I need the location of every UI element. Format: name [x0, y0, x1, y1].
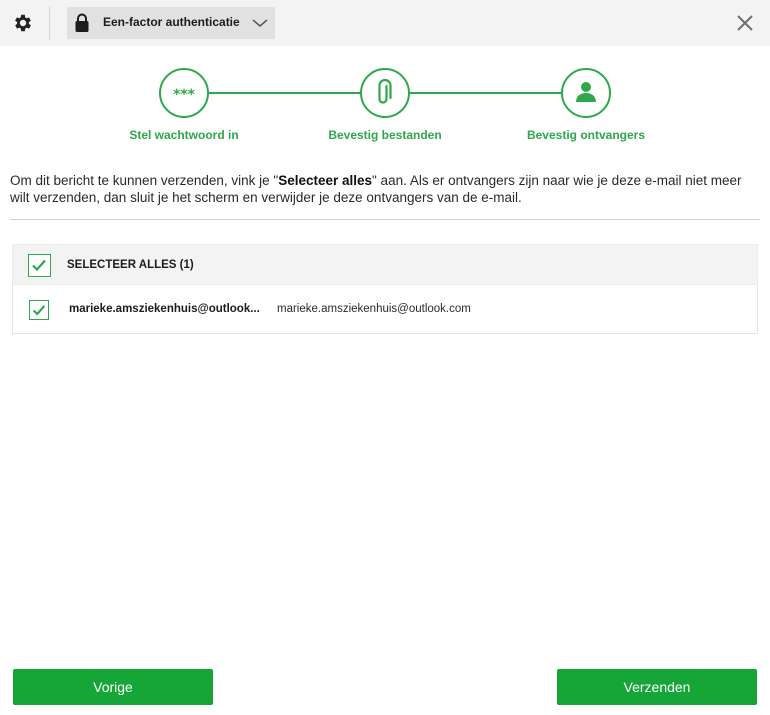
- divider: [10, 219, 760, 220]
- step-3-label: Bevestig ontvangers: [526, 128, 646, 142]
- progress-stepper: *** Stel wachtwoord in Bevestig bestande…: [0, 60, 770, 150]
- auth-mode-dropdown[interactable]: Een-factor authenticatie: [67, 7, 275, 39]
- instruction-part1: Om dit bericht te kunnen verzenden, vink…: [10, 173, 279, 188]
- auth-mode-label: Een-factor authenticatie: [103, 15, 240, 29]
- top-bar: Een-factor authenticatie: [0, 0, 770, 46]
- recipient-name: marieke.amsziekenhuis@outlook...: [69, 303, 260, 315]
- close-icon[interactable]: [735, 13, 755, 33]
- select-all-checkbox[interactable]: [28, 254, 51, 277]
- gear-icon[interactable]: [12, 12, 34, 34]
- step-3-circle: [561, 68, 611, 118]
- instruction-text: Om dit bericht te kunnen verzenden, vink…: [10, 172, 760, 206]
- instruction-bold: Selecteer alles: [278, 173, 373, 188]
- lock-icon: [75, 13, 89, 32]
- step-2-label: Bevestig bestanden: [328, 128, 442, 142]
- select-all-label: SELECTEER ALLES (1): [67, 259, 194, 271]
- asterisks-icon: ***: [173, 87, 196, 103]
- user-icon: [576, 82, 596, 102]
- step-1-circle: ***: [159, 68, 209, 118]
- step-1-label: Stel wachtwoord in: [129, 128, 239, 142]
- paperclip-icon: [378, 78, 392, 104]
- checkmark-icon: [32, 259, 46, 272]
- step-connector: [208, 92, 362, 94]
- previous-button[interactable]: Vorige: [13, 669, 213, 705]
- send-button[interactable]: Verzenden: [557, 669, 757, 705]
- recipient-checkbox[interactable]: [29, 300, 49, 320]
- svg-text:***: ***: [173, 87, 196, 103]
- step-connector: [408, 92, 563, 94]
- checkmark-icon: [32, 305, 46, 316]
- select-all-row[interactable]: SELECTEER ALLES (1): [12, 244, 758, 285]
- recipient-email: marieke.amsziekenhuis@outlook.com: [277, 303, 471, 315]
- chevron-down-icon: [252, 19, 268, 27]
- toolbar-divider: [49, 6, 50, 40]
- recipient-row[interactable]: marieke.amsziekenhuis@outlook... marieke…: [12, 285, 758, 334]
- step-2-circle: [360, 68, 410, 118]
